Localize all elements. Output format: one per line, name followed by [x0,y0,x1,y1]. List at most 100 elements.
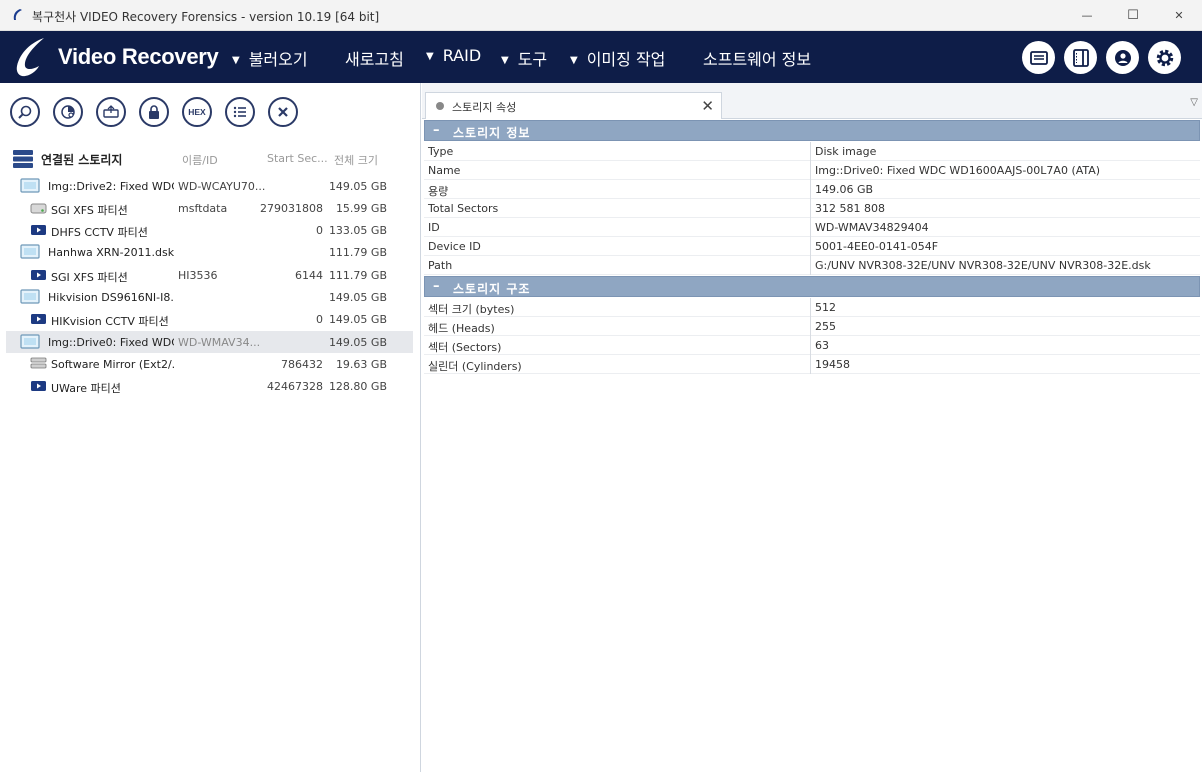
search-button[interactable] [10,97,40,127]
column-header-start[interactable]: Start Sec... [267,152,328,165]
menu-tools[interactable]: ▼ 도구 [501,46,547,70]
partition-row[interactable]: SGI XFS 파티션 msftdata 279031808 15.99 GB [6,197,413,219]
disk-scan-button[interactable] [53,97,83,127]
list-icon [233,106,246,118]
column-divider [810,161,811,180]
close-icon [278,107,288,117]
hex-icon: HEX [188,107,206,117]
property-key: Device ID [428,240,481,253]
app-icon [13,9,22,20]
partition-row[interactable]: SGI XFS 파티션 HI3536 6144 111.79 GB [6,264,413,286]
menu-refresh-label: 새로고침 [345,50,404,69]
collapse-icon[interactable]: – [433,279,440,294]
storage-stack-icon [13,150,33,168]
list-button[interactable] [225,97,255,127]
row-size: 133.05 GB [328,224,387,237]
menu-imaging[interactable]: ▼ 이미징 작업 [570,46,665,70]
row-start-sector: 6144 [295,269,323,282]
property-row[interactable]: 섹터 크기 (bytes) 512 [424,298,1200,317]
row-size: 111.79 GB [328,246,387,259]
monitor-button[interactable] [1022,41,1055,74]
dropdown-arrow-icon: ▼ [570,55,578,66]
row-size: 149.05 GB [328,291,387,304]
property-row[interactable]: Path G:/UNV NVR308-32E/UNV NVR308-32E/UNV… [424,256,1200,275]
image-icon [103,105,119,118]
property-key: Name [428,164,461,177]
drive-image-icon [20,334,40,352]
menu-load[interactable]: ▼ 불러오기 [232,46,308,70]
tab-menu-icon[interactable]: ▽ [1190,97,1198,108]
row-start-sector: 42467328 [267,380,323,393]
drive-image-icon [20,289,40,307]
collapse-icon[interactable]: – [433,123,440,138]
partition-row[interactable]: DHFS CCTV 파티션 0 133.05 GB [6,219,413,241]
property-row[interactable]: Total Sectors 312 581 808 [424,199,1200,218]
row-size: 128.80 GB [328,380,387,393]
image-button[interactable] [96,97,126,127]
close-storage-button[interactable] [268,97,298,127]
property-row[interactable]: 섹터 (Sectors) 63 [424,336,1200,355]
row-name: DHFS CCTV 파티션 [51,226,148,239]
panel-icon [1072,48,1089,67]
menu-about-label: 소프트웨어 정보 [703,50,812,69]
settings-button[interactable] [1148,41,1181,74]
storage-device-row[interactable]: Img::Drive0: Fixed WDC... WD-WMAV34... 149… [6,331,413,353]
lock-icon [149,105,159,119]
row-size: 111.79 GB [328,269,387,282]
panel-button[interactable] [1064,41,1097,74]
property-section-header[interactable]: – 스토리지 정보 [424,120,1200,141]
video-partition-icon [30,267,47,285]
video-partition-icon [30,378,47,396]
partition-row[interactable]: UWare 파티션 42467328 128.80 GB [6,375,413,397]
property-row[interactable]: Type Disk image [424,142,1200,161]
column-divider [810,237,811,256]
monitor-icon [1029,50,1048,65]
property-value: 63 [815,339,829,352]
tab-storage-properties[interactable]: 스토리지 속성 ✕ [425,92,722,119]
hex-button[interactable]: HEX [182,97,212,127]
property-key: Path [428,259,453,272]
row-id: WD-WCAYU70... [178,180,266,193]
storage-tree-panel: HEX 연결된 스토리지 이름/ID Start Sec... 전체 크기 Im… [0,83,421,772]
storage-device-row[interactable]: Hikvision DS9616NI-I8... 149.05 GB [6,286,413,308]
row-name: Hanhwa XRN-2011.dsk [48,246,174,259]
partition-row[interactable]: Software Mirror (Ext2/... 786432 19.63 GB [6,353,413,375]
partition-row[interactable]: HIKvision CCTV 파티션 0 149.05 GB [6,308,413,330]
row-id: WD-WMAV34... [178,336,261,349]
row-size: 149.05 GB [328,336,387,349]
maximize-button[interactable]: ☐ [1110,0,1156,31]
property-row[interactable]: Name Img::Drive0: Fixed WDC WD1600AAJS-00… [424,161,1200,180]
drive-image-icon [20,178,40,196]
property-row[interactable]: 헤드 (Heads) 255 [424,317,1200,336]
row-name: Img::Drive0: Fixed WDC... [48,336,174,349]
menu-refresh[interactable]: 새로고침 [345,46,404,70]
brand-title: Video Recovery [58,44,219,69]
tab-close-icon[interactable]: ✕ [701,97,714,115]
section-title: 스토리지 정보 [453,126,531,140]
tab-strip: 스토리지 속성 ✕ ▽ [422,83,1202,119]
hdd-icon [30,200,47,218]
minimize-button[interactable]: — [1064,0,1110,31]
column-header-size[interactable]: 전체 크기 [334,152,378,168]
row-start-sector: 279031808 [260,202,323,215]
property-row[interactable]: 실린더 (Cylinders) 19458 [424,355,1200,374]
user-button[interactable] [1106,41,1139,74]
property-row[interactable]: 용량 149.06 GB [424,180,1200,199]
column-header-name[interactable]: 이름/ID [182,152,218,168]
lock-button[interactable] [139,97,169,127]
property-key: 섹터 (Sectors) [428,341,502,354]
column-divider [810,180,811,199]
property-row[interactable]: Device ID 5001-4EE0-0141-054F [424,237,1200,256]
property-section-header[interactable]: – 스토리지 구조 [424,276,1200,297]
row-size: 19.63 GB [335,358,387,371]
property-value: 255 [815,320,836,333]
close-window-button[interactable]: ✕ [1156,0,1202,31]
column-divider [810,317,811,336]
menu-raid[interactable]: ▼ RAID [426,46,481,65]
storage-device-row[interactable]: Hanhwa XRN-2011.dsk 111.79 GB [6,241,413,263]
user-icon [1114,49,1131,66]
menu-about[interactable]: 소프트웨어 정보 [703,46,811,70]
storage-device-row[interactable]: Img::Drive2: Fixed WDC... WD-WCAYU70... 14… [6,175,413,197]
search-icon [18,105,32,119]
property-row[interactable]: ID WD-WMAV34829404 [424,218,1200,237]
